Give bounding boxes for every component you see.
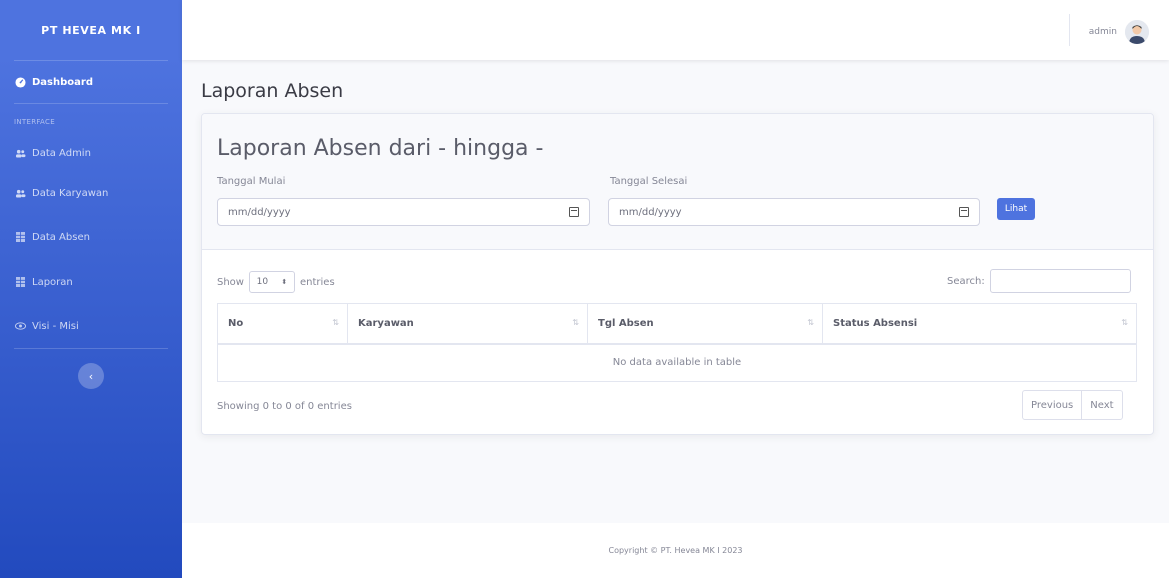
end-date-placeholder: mm/dd/yyyy xyxy=(619,206,682,218)
tachometer-icon xyxy=(14,76,26,88)
show-label: Show xyxy=(217,276,244,288)
column-header-no[interactable]: No ⇅ xyxy=(217,303,348,345)
table-row: No data available in table xyxy=(217,343,1137,382)
pagination: Previous Next xyxy=(1022,390,1123,420)
sidebar: PT HEVEA MK I Dashboard INTERFACE Data A… xyxy=(0,0,182,578)
user-menu[interactable]: admin xyxy=(1089,20,1149,44)
brand-title[interactable]: PT HEVEA MK I xyxy=(0,0,182,60)
attendance-table: No ⇅ Karyawan ⇅ Tgl Absen ⇅ Status Absen… xyxy=(217,303,1137,382)
view-button[interactable]: Lihat xyxy=(997,198,1035,220)
search-input[interactable] xyxy=(989,269,1131,293)
topbar-divider xyxy=(1069,14,1070,46)
next-button[interactable]: Next xyxy=(1081,391,1121,419)
column-header-karyawan[interactable]: Karyawan ⇅ xyxy=(347,303,588,345)
entries-label: entries xyxy=(299,276,335,288)
sort-icon: ⇅ xyxy=(572,318,579,327)
calendar-icon[interactable] xyxy=(569,207,579,217)
sort-icon: ⇅ xyxy=(1121,318,1128,327)
column-header-status-absensi[interactable]: Status Absensi ⇅ xyxy=(822,303,1137,345)
eye-icon xyxy=(14,320,26,332)
sidebar-item-label: Data Karyawan xyxy=(32,187,109,199)
sidebar-heading: INTERFACE xyxy=(14,118,55,126)
sidebar-toggle-button[interactable]: ‹ xyxy=(78,363,104,389)
sort-icon: ⇅ xyxy=(807,318,814,327)
footer: Copyright © PT. Hevea MK I 2023 xyxy=(182,523,1169,578)
empty-table-message: No data available in table xyxy=(217,343,1137,382)
topbar: admin xyxy=(182,0,1169,60)
sort-icon: ⇅ xyxy=(332,318,339,327)
page-title: Laporan Absen xyxy=(201,80,344,102)
sidebar-item-laporan[interactable]: Laporan xyxy=(0,260,182,304)
sidebar-item-label: Data Admin xyxy=(32,147,91,159)
card-title: Laporan Absen dari - hingga - xyxy=(217,136,544,161)
column-label: Karyawan xyxy=(358,317,414,329)
column-label: Status Absensi xyxy=(833,317,918,329)
report-card: Laporan Absen dari - hingga - Tanggal Mu… xyxy=(201,113,1154,435)
sidebar-item-label: Laporan xyxy=(32,276,73,288)
filter-panel: Laporan Absen dari - hingga - Tanggal Mu… xyxy=(202,114,1153,250)
end-date-input[interactable]: mm/dd/yyyy xyxy=(608,198,980,226)
users-icon xyxy=(14,147,26,159)
end-date-label: Tanggal Selesai xyxy=(610,176,688,187)
chevron-left-icon: ‹ xyxy=(88,369,94,383)
entries-value: 10 xyxy=(256,277,269,287)
sidebar-item-label: Dashboard xyxy=(32,76,93,88)
table-search: Search: xyxy=(947,269,1131,293)
table-info: Showing 0 to 0 of 0 entries xyxy=(217,401,352,412)
sidebar-item-data-admin[interactable]: Data Admin xyxy=(0,134,182,172)
sidebar-item-dashboard[interactable]: Dashboard xyxy=(0,61,182,103)
start-date-placeholder: mm/dd/yyyy xyxy=(228,206,291,218)
sidebar-divider xyxy=(14,103,168,104)
start-date-label: Tanggal Mulai xyxy=(217,176,286,187)
sidebar-item-visi-misi[interactable]: Visi - Misi xyxy=(0,304,182,348)
sidebar-divider xyxy=(14,348,168,349)
table-icon xyxy=(14,231,26,243)
username: admin xyxy=(1088,27,1117,37)
sidebar-item-data-absen[interactable]: Data Absen xyxy=(0,214,182,260)
start-date-input[interactable]: mm/dd/yyyy xyxy=(217,198,590,226)
calendar-icon[interactable] xyxy=(959,207,969,217)
sidebar-item-data-karyawan[interactable]: Data Karyawan xyxy=(0,172,182,214)
search-label: Search: xyxy=(947,275,985,287)
column-label: No xyxy=(228,317,244,329)
sidebar-item-label: Data Absen xyxy=(32,231,90,243)
entries-length-control: Show 10 ⬍ entries xyxy=(217,271,335,293)
users-icon xyxy=(14,187,26,199)
previous-button[interactable]: Previous xyxy=(1023,391,1081,419)
copyright-text: Copyright © PT. Hevea MK I 2023 xyxy=(608,546,743,555)
table-header-row: No ⇅ Karyawan ⇅ Tgl Absen ⇅ Status Absen… xyxy=(217,303,1137,345)
sort-updown-icon: ⬍ xyxy=(281,278,288,286)
column-header-tgl-absen[interactable]: Tgl Absen ⇅ xyxy=(587,303,823,345)
column-label: Tgl Absen xyxy=(598,317,654,329)
entries-select[interactable]: 10 ⬍ xyxy=(248,271,295,293)
sidebar-item-label: Visi - Misi xyxy=(32,320,79,332)
avatar xyxy=(1125,20,1149,44)
table-icon xyxy=(14,276,26,288)
